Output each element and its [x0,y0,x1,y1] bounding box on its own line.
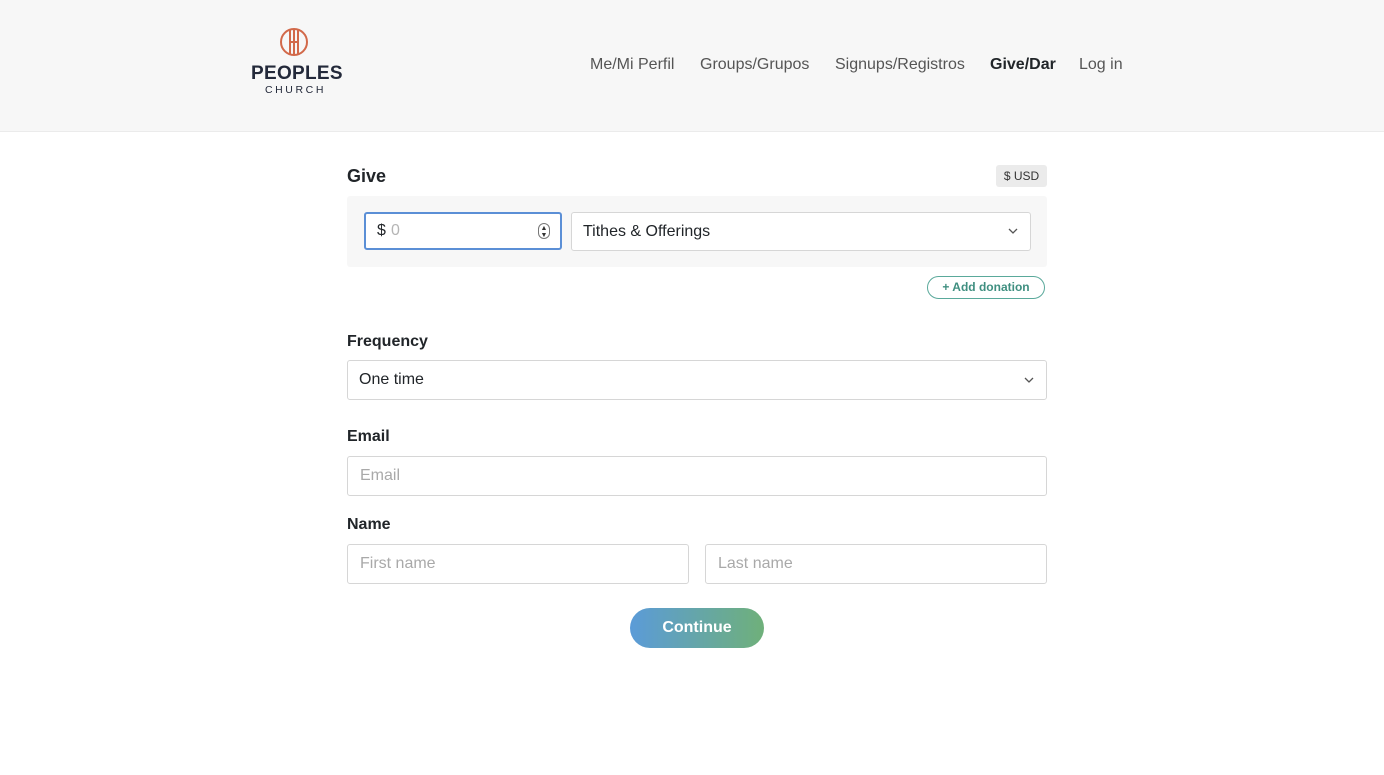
nav-link-profile[interactable]: Me/Mi Perfil [590,54,674,76]
church-logo-icon [280,28,308,56]
give-heading: Give [347,166,387,186]
name-label: Name [347,516,391,533]
amount-stepper[interactable]: ▲ ▼ [538,223,550,239]
first-name-field[interactable] [347,544,689,584]
logo-wordmark: PEOPLES [251,63,343,84]
chevron-down-icon [1008,228,1018,234]
email-label: Email [347,428,390,445]
email-field[interactable] [347,456,1047,496]
frequency-label: Frequency [347,333,428,350]
donation-row: $ ▲ ▼ Tithes & Offerings [347,196,1047,267]
amount-input[interactable] [391,214,531,248]
nav-link-give[interactable]: Give/Dar [990,54,1056,76]
continue-button[interactable]: Continue [630,608,764,648]
site-header: PEOPLES CHURCH Me/Mi Perfil Groups/Grupo… [0,0,1384,132]
last-name-field[interactable] [705,544,1047,584]
fund-select[interactable]: Tithes & Offerings [571,212,1031,251]
nav-link-login[interactable]: Log in [1079,54,1123,76]
currency-symbol: $ [377,222,386,239]
logo-subtitle: CHURCH [264,84,327,96]
currency-badge: $ USD [996,165,1047,187]
frequency-select-value: One time [359,371,424,388]
stepper-up-icon[interactable]: ▲ [539,225,549,232]
nav-link-groups[interactable]: Groups/Grupos [700,54,809,76]
amount-field[interactable]: $ ▲ ▼ [364,212,562,250]
fund-select-value: Tithes & Offerings [583,223,711,240]
church-logo[interactable]: PEOPLES CHURCH [251,27,343,97]
frequency-select[interactable]: One time [347,360,1047,400]
chevron-down-icon [1024,377,1034,383]
stepper-down-icon[interactable]: ▼ [539,232,549,239]
nav-link-signups[interactable]: Signups/Registros [835,54,965,76]
add-donation-button[interactable]: + Add donation [927,276,1045,299]
